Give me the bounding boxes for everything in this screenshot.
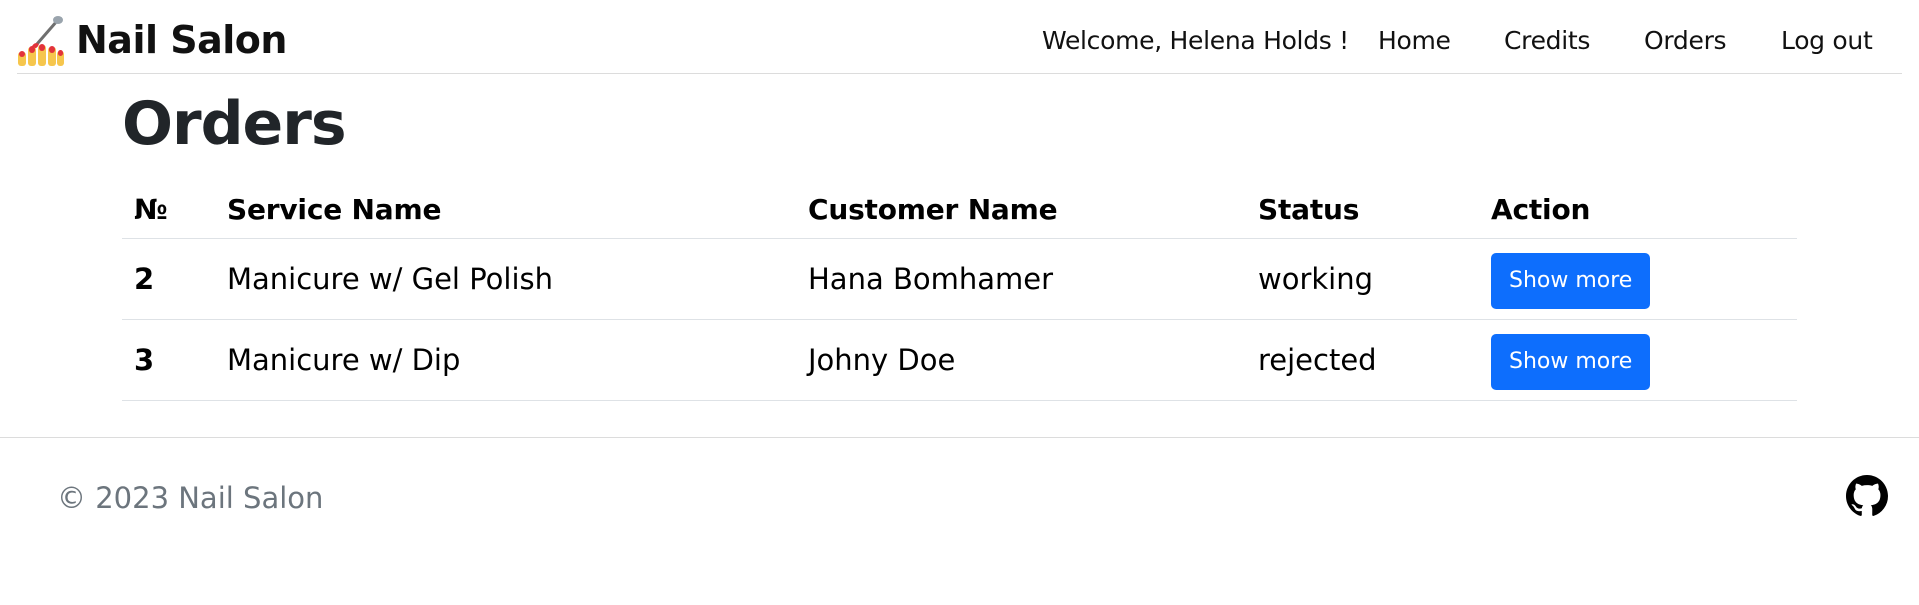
orders-table: № Service Name Customer Name Status Acti…: [122, 180, 1797, 401]
nav-link-home[interactable]: Home: [1378, 24, 1451, 58]
brand-name: Nail Salon: [76, 18, 287, 62]
table-header-row: № Service Name Customer Name Status Acti…: [122, 180, 1797, 239]
nav-link-logout[interactable]: Log out: [1781, 24, 1873, 58]
table-body: 2 Manicure w/ Gel Polish Hana Bomhamer w…: [122, 238, 1797, 401]
order-status: working: [1246, 238, 1479, 320]
copyright-text: © 2023 Nail Salon: [57, 481, 324, 515]
customer-name: Hana Bomhamer: [796, 238, 1246, 320]
show-more-button[interactable]: Show more: [1491, 253, 1651, 309]
service-name: Manicure w/ Dip: [215, 319, 796, 401]
table-row: 2 Manicure w/ Gel Polish Hana Bomhamer w…: [122, 238, 1797, 320]
page-title: Orders: [122, 89, 347, 159]
brand-link[interactable]: Nail Salon: [17, 14, 287, 66]
nav-link-credits[interactable]: Credits: [1504, 24, 1590, 58]
nail-polish-icon: [18, 16, 64, 66]
action-cell: Show more: [1479, 238, 1797, 320]
column-header-service-name: Service Name: [215, 180, 796, 239]
column-header-number: №: [122, 180, 215, 239]
order-status: rejected: [1246, 319, 1479, 401]
table-header: № Service Name Customer Name Status Acti…: [122, 180, 1797, 239]
github-link[interactable]: [1846, 475, 1888, 517]
welcome-message: Welcome, Helena Holds !: [1042, 26, 1349, 55]
order-number: 3: [122, 319, 215, 401]
footer: © 2023 Nail Salon: [0, 437, 1919, 538]
github-icon: [1846, 475, 1888, 516]
table-row: 3 Manicure w/ Dip Johny Doe rejected Sho…: [122, 319, 1797, 401]
service-name: Manicure w/ Gel Polish: [215, 238, 796, 320]
action-cell: Show more: [1479, 319, 1797, 401]
column-header-status: Status: [1246, 180, 1479, 239]
customer-name: Johny Doe: [796, 319, 1246, 401]
navbar: Nail Salon Welcome, Helena Holds ! Home …: [17, 0, 1902, 74]
column-header-customer-name: Customer Name: [796, 180, 1246, 239]
nav-link-orders[interactable]: Orders: [1644, 24, 1727, 58]
show-more-button[interactable]: Show more: [1491, 334, 1651, 390]
order-number: 2: [122, 238, 215, 320]
column-header-action: Action: [1479, 180, 1797, 239]
